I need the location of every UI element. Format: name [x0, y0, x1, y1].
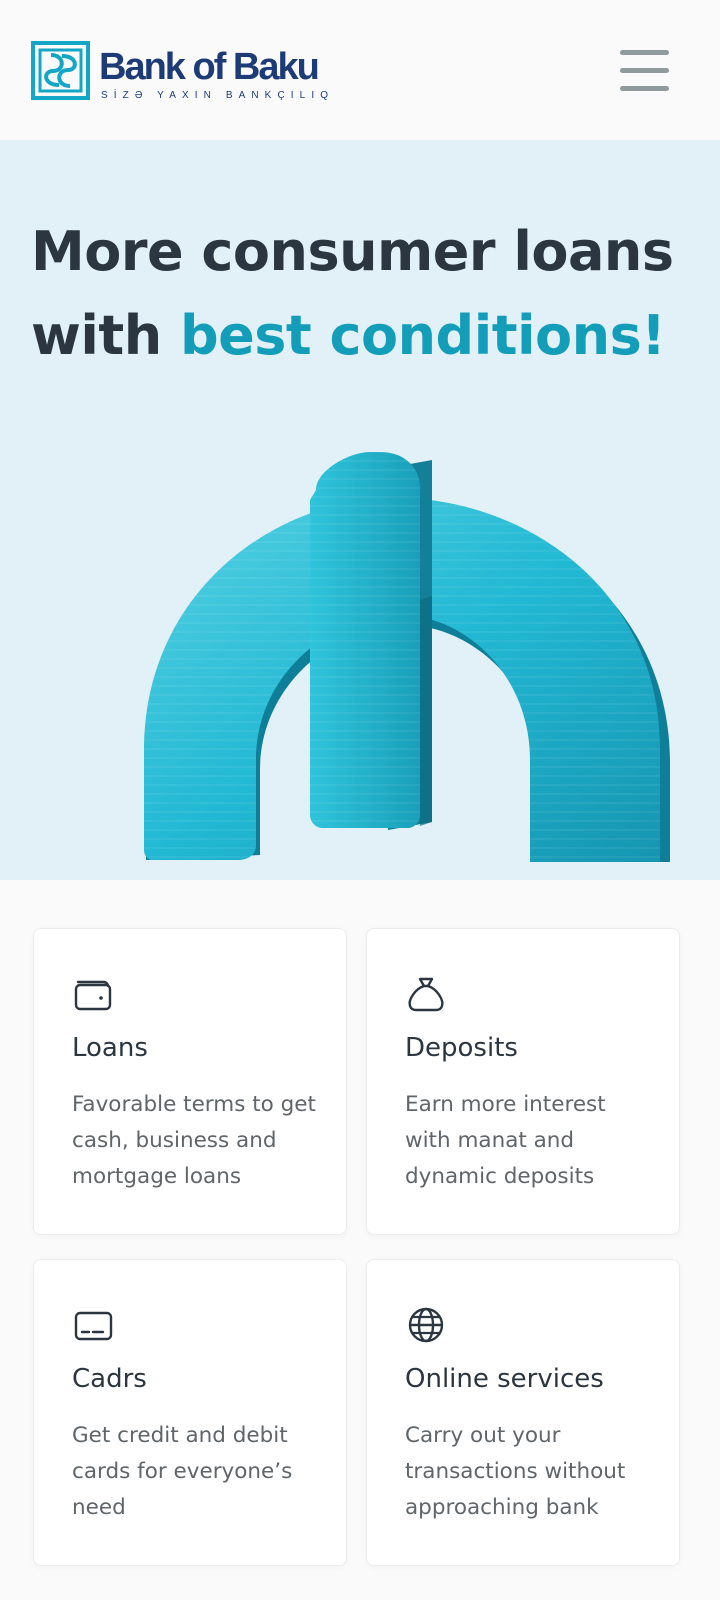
card-description: Get credit and debit cards for everyone’…	[72, 1423, 293, 1520]
hero-title-line1: More consumer loans	[31, 220, 674, 283]
card-description: Carry out your transactions without appr…	[405, 1423, 626, 1520]
bank-logo[interactable]: Bank of Baku SİZƏ YAXIN BANKÇILIQ	[31, 41, 328, 103]
card-description: Earn more interest with manat and dynami…	[405, 1092, 606, 1189]
globe-icon	[408, 1307, 444, 1343]
service-card-cards[interactable]: Cadrs Get credit and debit cards for eve…	[33, 1259, 347, 1566]
card-title: Deposits	[405, 1033, 518, 1063]
money-bag-icon	[408, 977, 444, 1012]
card-description: Favorable terms to get cash, business an…	[72, 1092, 316, 1189]
menu-bar	[620, 68, 669, 73]
logo-tagline: SİZƏ YAXIN BANKÇILIQ	[101, 90, 335, 101]
logo-wordmark: Bank of Baku	[99, 46, 320, 88]
wallet-icon	[74, 980, 112, 1011]
hero-title-accent: best conditions!	[179, 304, 666, 367]
hero-title-prefix: with	[31, 304, 180, 367]
card-title: Loans	[72, 1033, 148, 1063]
service-card-deposits[interactable]: Deposits Earn more interest with manat a…	[366, 928, 680, 1235]
service-card-loans[interactable]: Loans Favorable terms to get cash, busin…	[33, 928, 347, 1235]
bank-logo-mark-icon	[31, 41, 90, 100]
hamburger-menu-icon[interactable]	[620, 46, 676, 96]
hero-title: More consumer loans with best conditions…	[31, 210, 691, 378]
card-icon	[74, 1311, 113, 1341]
card-title: Cadrs	[72, 1364, 147, 1394]
menu-bar	[620, 86, 669, 91]
manat-symbol-image	[144, 452, 670, 862]
card-title: Online services	[405, 1364, 604, 1394]
menu-bar	[620, 50, 669, 55]
hero-banner: More consumer loans with best conditions…	[0, 140, 720, 880]
service-card-online-services[interactable]: Online services Carry out your transacti…	[366, 1259, 680, 1566]
site-header: Bank of Baku SİZƏ YAXIN BANKÇILIQ	[0, 0, 720, 140]
